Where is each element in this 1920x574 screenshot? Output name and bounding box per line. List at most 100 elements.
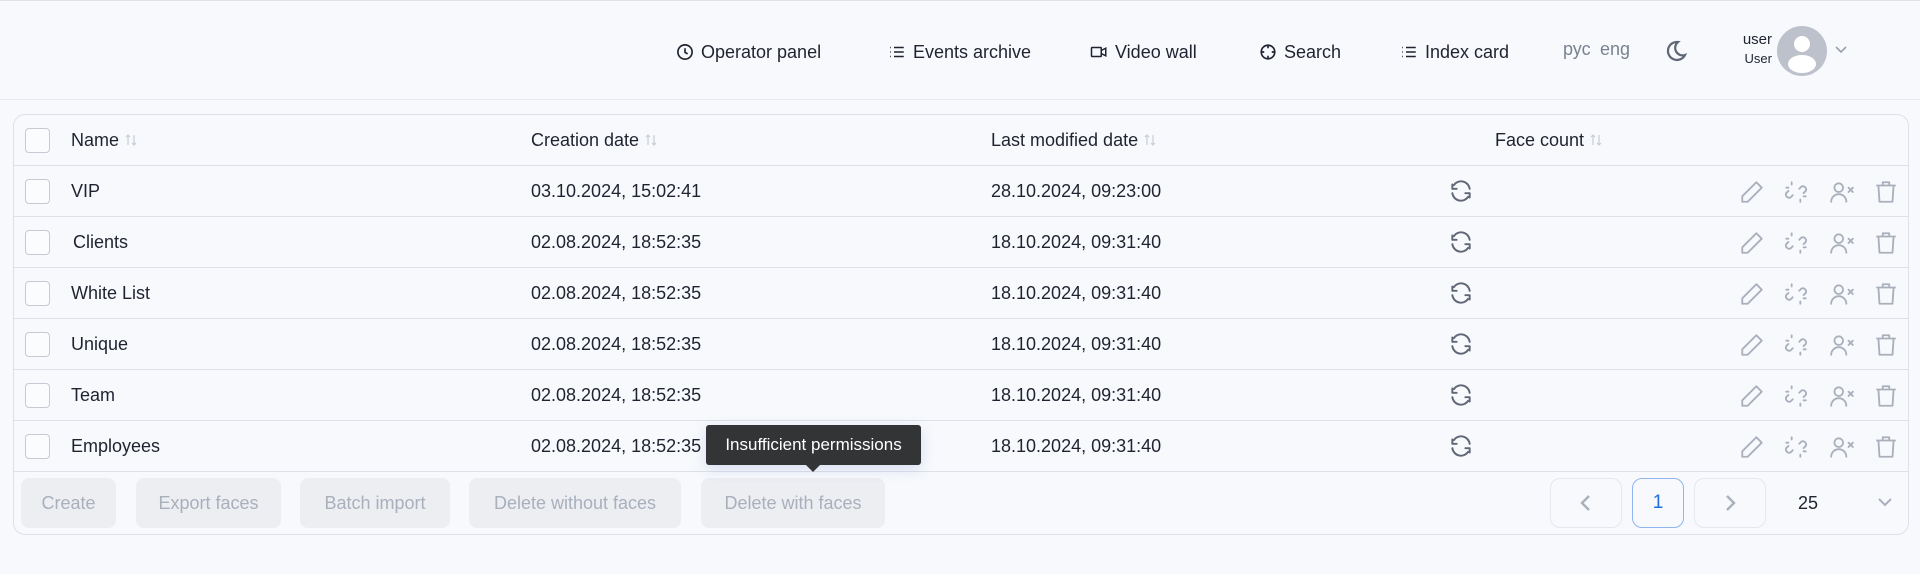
chevron-down-icon [1878,498,1892,507]
column-header-name[interactable]: Name [71,115,137,165]
edit-icon[interactable] [1739,281,1765,307]
list-icon [890,46,904,58]
trash-icon[interactable] [1873,332,1899,358]
refresh-icon[interactable] [1448,280,1474,306]
video-camera-icon [1090,46,1107,58]
row-checkbox[interactable] [25,281,50,306]
nav-label: Video wall [1115,41,1197,62]
trash-icon[interactable] [1873,179,1899,205]
moon-icon[interactable] [1664,38,1688,64]
refresh-icon[interactable] [1448,229,1474,255]
row-checkbox[interactable] [25,434,50,459]
per-page-select[interactable]: 25 [1798,478,1898,528]
list-icon [1402,46,1416,58]
row-checkbox[interactable] [25,179,50,204]
unlink-icon[interactable] [1783,179,1809,205]
table-row[interactable]: Clients 02.08.2024, 18:52:35 18.10.2024, 0… [14,217,1908,268]
table-row[interactable]: Unique 02.08.2024, 18:52:35 18.10.2024, 09… [14,319,1908,370]
refresh-icon[interactable] [1448,178,1474,204]
sort-icon[interactable] [125,133,137,147]
create-button[interactable]: Create [21,478,116,528]
unlink-icon[interactable] [1783,332,1809,358]
cell-name[interactable]: White List [71,268,150,318]
remove-user-icon[interactable] [1829,230,1855,256]
refresh-icon[interactable] [1448,382,1474,408]
prev-page-button[interactable] [1550,478,1622,528]
unlink-icon[interactable] [1783,281,1809,307]
remove-user-icon[interactable] [1829,434,1855,460]
nav-label: Index card [1425,41,1510,62]
row-checkbox[interactable] [25,332,50,357]
column-header-creation-date[interactable]: Creation date [531,115,657,165]
cell-name[interactable]: Clients [73,217,128,267]
page-1-button[interactable]: 1 [1632,478,1684,528]
cell-last-modified: 18.10.2024, 09:31:40 [991,435,1162,456]
unlink-icon[interactable] [1783,383,1809,409]
column-header-face-count[interactable]: Face count [1495,115,1602,165]
cell-last-modified: 28.10.2024, 09:23:00 [991,180,1162,201]
table-row[interactable]: White List 02.08.2024, 18:52:35 18.10.2024… [14,268,1908,319]
user-role: User [1744,51,1772,66]
remove-user-icon[interactable] [1829,281,1855,307]
crosshair-icon [1260,44,1276,60]
unlink-icon[interactable] [1783,434,1809,460]
edit-icon[interactable] [1739,332,1765,358]
per-page-value: 25 [1798,493,1819,513]
nav-index-card[interactable]: Index card [1400,39,1509,65]
select-all-checkbox[interactable] [25,128,50,153]
cell-last-modified: 18.10.2024, 09:31:40 [991,231,1162,252]
cell-creation-date: 02.08.2024, 18:52:35 [531,333,702,354]
table-row[interactable]: Team 02.08.2024, 18:52:35 18.10.2024, 09:3… [14,370,1908,421]
table-row[interactable]: Employees 02.08.2024, 18:52:35 18.10.2024,… [14,421,1908,472]
cell-last-modified: 18.10.2024, 09:31:40 [991,333,1162,354]
nav-events-archive[interactable]: Events archive [888,39,1031,65]
cell-name[interactable]: VIP [71,166,100,216]
clock-icon [677,44,693,60]
sort-icon[interactable] [1144,133,1156,147]
cell-name[interactable]: Team [71,370,115,420]
table-header-row: Name Creation date Last modified date Fa… [14,115,1908,166]
edit-icon[interactable] [1739,434,1765,460]
cell-creation-date: 02.08.2024, 18:52:35 [531,231,702,252]
cell-name[interactable]: Employees [71,421,160,471]
remove-user-icon[interactable] [1829,332,1855,358]
export-faces-button[interactable]: Export faces [136,478,281,528]
user-avatar-icon [1788,36,1816,73]
cell-name[interactable]: Unique [71,319,128,369]
delete-with-faces-button[interactable]: Delete with faces [701,478,885,528]
remove-user-icon[interactable] [1829,179,1855,205]
edit-icon[interactable] [1739,179,1765,205]
chevron-down-icon[interactable] [1833,44,1849,56]
tooltip-insufficient-permissions: Insufficient permissions [706,425,921,472]
trash-icon[interactable] [1873,383,1899,409]
chevron-left-icon [1580,495,1590,511]
table-row[interactable]: VIP 03.10.2024, 15:02:41 28.10.2024, 09:23… [14,166,1908,217]
cell-creation-date: 02.08.2024, 18:52:35 [531,384,702,405]
nav-operator-panel[interactable]: Operator panel [676,39,821,65]
sort-icon[interactable] [1590,133,1602,147]
trash-icon[interactable] [1873,230,1899,256]
row-checkbox[interactable] [25,230,50,255]
trash-icon[interactable] [1873,434,1899,460]
nav-search[interactable]: Search [1259,39,1341,65]
trash-icon[interactable] [1873,281,1899,307]
edit-icon[interactable] [1739,383,1765,409]
remove-user-icon[interactable] [1829,383,1855,409]
unlink-icon[interactable] [1783,230,1809,256]
row-checkbox[interactable] [25,383,50,408]
nav-video-wall[interactable]: Video wall [1090,39,1197,65]
delete-without-faces-button[interactable]: Delete without faces [469,478,681,528]
next-page-button[interactable] [1694,478,1766,528]
refresh-icon[interactable] [1448,331,1474,357]
lang-russian[interactable]: рус [1563,39,1591,60]
cell-creation-date: 02.08.2024, 18:52:35 [531,282,702,303]
batch-import-button[interactable]: Batch import [300,478,450,528]
edit-icon[interactable] [1739,230,1765,256]
avatar[interactable] [1777,26,1827,76]
refresh-icon[interactable] [1448,433,1474,459]
lang-english[interactable]: eng [1600,39,1630,60]
top-header: Operator panel Events archive Video wall… [0,1,1920,100]
column-header-last-modified[interactable]: Last modified date [991,115,1156,165]
cell-last-modified: 18.10.2024, 09:31:40 [991,384,1162,405]
sort-icon[interactable] [645,133,657,147]
